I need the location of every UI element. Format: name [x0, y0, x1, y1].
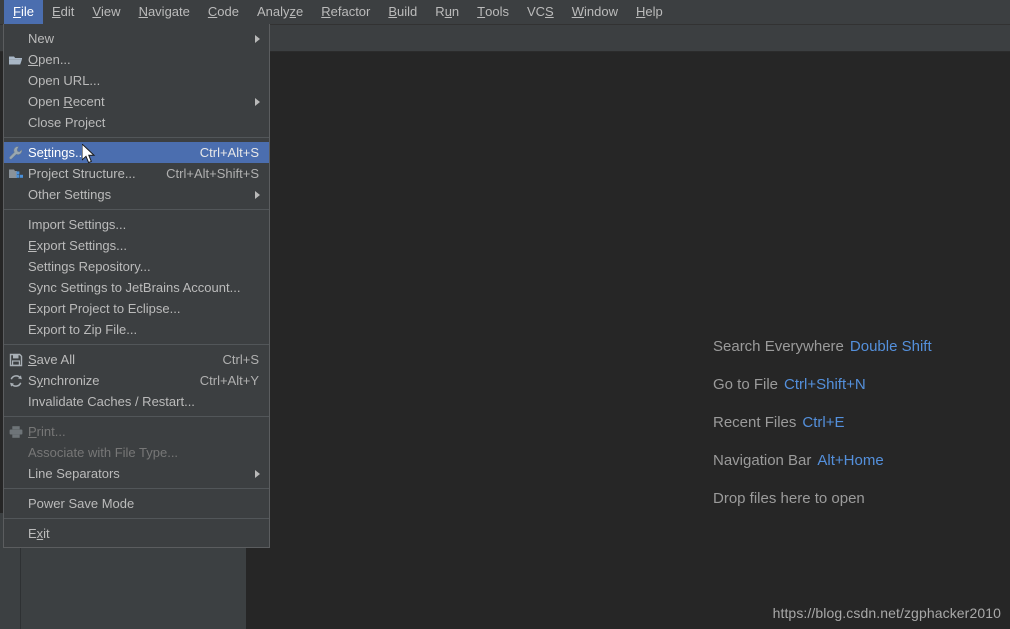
shortcut-hint-key: Alt+Home [817, 452, 884, 469]
menu-item-shortcut: Ctrl+S [222, 352, 259, 367]
shortcut-hint-key: Ctrl+Shift+N [784, 376, 866, 393]
chevron-right-icon [255, 469, 260, 478]
menu-item-open-recent[interactable]: Open Recent [4, 91, 269, 112]
shortcut-hint-key: Ctrl+E [802, 414, 845, 431]
menu-item-label: Exit [28, 526, 50, 541]
shortcut-hint-label: Go to File [713, 376, 779, 393]
menu-item-label: Synchronize [28, 373, 100, 388]
menu-item-label: Invalidate Caches / Restart... [28, 394, 195, 409]
menubar-item-refactor[interactable]: Refactor [312, 0, 379, 24]
shortcut-hint-label: Drop files here to open [713, 490, 865, 507]
watermark-url: https://blog.csdn.net/zgphacker2010 [772, 605, 1001, 621]
menu-item-label: Settings... [28, 145, 86, 160]
shortcut-hint-label: Search Everywhere [713, 338, 844, 355]
menu-item-shortcut: Ctrl+Alt+Y [199, 373, 259, 388]
menu-bar: File Edit View Navigate Code Analy z e Refactor B… [0, 0, 1010, 24]
menu-item-label: Save All [28, 352, 75, 367]
editor-empty-state-hints: Search Everywhere Double Shift Go to File C… [713, 336, 1003, 526]
menu-item-associate-with-file-type: Associate with File Type... [4, 442, 269, 463]
menu-item-exit[interactable]: Exit [4, 523, 269, 544]
menu-item-import-settings[interactable]: Import Settings... [4, 214, 269, 235]
menu-separator [4, 137, 269, 138]
menu-item-close-project[interactable]: Close Project [4, 112, 269, 133]
menu-item-export-project-to-eclipse[interactable]: Export Project to Eclipse... [4, 298, 269, 319]
menu-separator [4, 416, 269, 417]
menubar-item-tools[interactable]: Tools [468, 0, 518, 24]
menu-item-shortcut: Ctrl+Alt+S [199, 145, 259, 160]
menu-item-label: Sync Settings to JetBrains Account... [28, 280, 241, 295]
shortcut-hint-row: Go to File Ctrl+Shift+N [713, 374, 1003, 396]
menubar-item-window[interactable]: Window [563, 0, 627, 24]
menu-item-print: Print... [4, 421, 269, 442]
shortcut-hint-row: Search Everywhere Double Shift [713, 336, 1003, 358]
shortcut-hint-row: Navigation Bar Alt+Home [713, 450, 1003, 472]
shortcut-hint-row: Drop files here to open [713, 488, 1003, 510]
menu-item-open[interactable]: Open... [4, 49, 269, 70]
file-menu-popup[interactable]: New Open... Open URL... Open Recent Close Pr… [3, 24, 270, 548]
menu-item-label: Print... [28, 424, 66, 439]
menubar-item-navigate[interactable]: Navigate [130, 0, 199, 24]
menubar-item-help[interactable]: Help [627, 0, 672, 24]
menu-item-label: Export Settings... [28, 238, 127, 253]
menu-separator [4, 488, 269, 489]
menu-item-invalidate-caches-restart[interactable]: Invalidate Caches / Restart... [4, 391, 269, 412]
chevron-right-icon [255, 34, 260, 43]
menu-item-project-structure[interactable]: Project Structure... Ctrl+Alt+Shift+S [4, 163, 269, 184]
menubar-item-analyze[interactable]: Analy z e [248, 0, 312, 24]
menu-item-label: Other Settings [28, 187, 112, 202]
menu-item-sync-settings-to-jetbrains-account[interactable]: Sync Settings to JetBrains Account... [4, 277, 269, 298]
menu-item-label: Power Save Mode [28, 496, 135, 511]
printer-icon [9, 425, 23, 438]
menu-item-label: Associate with File Type... [28, 445, 179, 460]
menu-item-open-url[interactable]: Open URL... [4, 70, 269, 91]
menubar-item-code[interactable]: Code [199, 0, 248, 24]
project-structure-icon [9, 169, 23, 178]
menubar-item-edit[interactable]: Edit [43, 0, 83, 24]
menu-item-line-separators[interactable]: Line Separators [4, 463, 269, 484]
menu-item-label: Open Recent [28, 94, 105, 109]
wrench-icon [9, 145, 23, 159]
menu-item-label: Close Project [28, 115, 106, 130]
menubar-item-view[interactable]: View [83, 0, 129, 24]
menu-separator [4, 344, 269, 345]
menubar-item-build[interactable]: Build [379, 0, 426, 24]
menubar-item-run[interactable]: Run [426, 0, 468, 24]
menu-item-new[interactable]: New [4, 28, 269, 49]
menu-item-label: Import Settings... [28, 217, 127, 232]
menu-item-label: Open... [28, 52, 71, 67]
folder-open-icon [9, 56, 22, 64]
menu-separator [4, 518, 269, 519]
menu-item-export-settings[interactable]: Export Settings... [4, 235, 269, 256]
shortcut-hint-row: Recent Files Ctrl+E [713, 412, 1003, 434]
menu-item-other-settings[interactable]: Other Settings [4, 184, 269, 205]
menu-item-power-save-mode[interactable]: Power Save Mode [4, 493, 269, 514]
menubar-item-vcs[interactable]: VC S [518, 0, 563, 24]
menu-item-label: Line Separators [28, 466, 120, 481]
menubar-item-file[interactable]: File [4, 0, 43, 24]
chevron-right-icon [255, 97, 260, 106]
ide-window: File Edit View Navigate Code Analy z e Refactor B… [0, 0, 1010, 629]
menu-item-label: Settings Repository... [28, 259, 151, 274]
save-icon [9, 353, 23, 366]
menu-item-label: Export to Zip File... [28, 322, 138, 337]
synchronize-icon [10, 374, 22, 387]
menu-item-save-all[interactable]: Save All Ctrl+S [4, 349, 269, 370]
menu-item-settings[interactable]: Settings... Ctrl+Alt+S [4, 142, 269, 163]
menu-item-label: New [28, 31, 55, 46]
shortcut-hint-label: Navigation Bar [713, 452, 812, 469]
menu-item-synchronize[interactable]: Synchronize Ctrl+Alt+Y [4, 370, 269, 391]
chevron-right-icon [255, 190, 260, 199]
menu-separator [4, 209, 269, 210]
menu-item-shortcut: Ctrl+Alt+Shift+S [166, 166, 259, 181]
menu-item-export-to-zip-file[interactable]: Export to Zip File... [4, 319, 269, 340]
shortcut-hint-label: Recent Files [713, 414, 797, 431]
menu-item-label: Project Structure... [28, 166, 136, 181]
menu-item-label: Open URL... [28, 73, 101, 88]
shortcut-hint-key: Double Shift [849, 338, 932, 355]
menu-item-label: Export Project to Eclipse... [28, 301, 181, 316]
menu-item-settings-repository[interactable]: Settings Repository... [4, 256, 269, 277]
